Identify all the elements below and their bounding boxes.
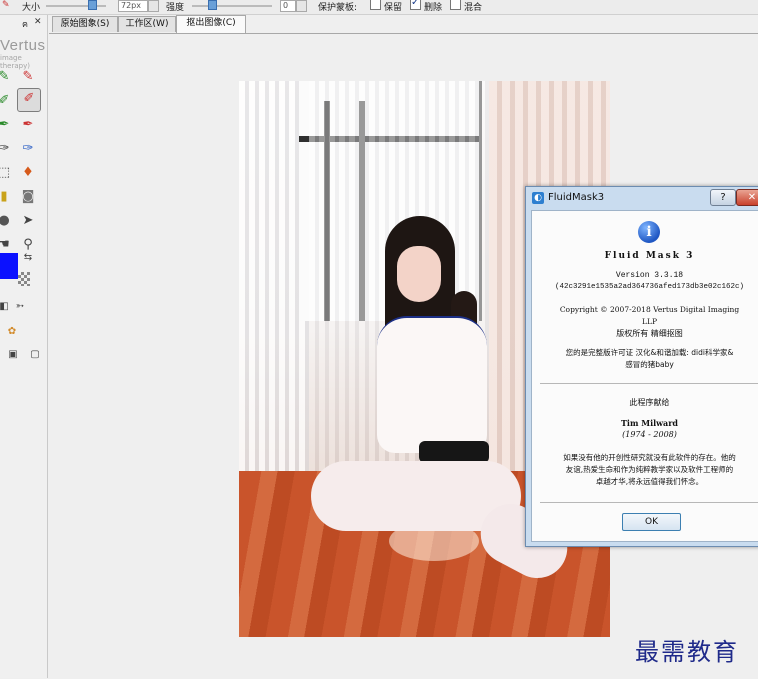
close-icon[interactable]: ✕ <box>34 17 42 27</box>
tab-original-image[interactable]: 原始图象(S) <box>52 16 118 32</box>
compare-icon[interactable]: ➳ <box>10 297 30 317</box>
keep-local-brush-icon[interactable]: ✒ <box>0 115 14 135</box>
divider <box>540 383 758 384</box>
blend-brush-icon[interactable]: ✑ <box>0 139 14 159</box>
color-brush-icon[interactable]: ✑ <box>18 139 38 159</box>
license-line-2: 感冒的猪baby <box>625 360 674 369</box>
fluidmask-app-icon: ◐ <box>532 192 544 204</box>
pin-icon[interactable]: ฅ <box>22 17 28 31</box>
watermark-text: 最需教育 <box>635 638 739 666</box>
girl-face <box>397 246 441 302</box>
close-button[interactable]: ✕ <box>736 189 758 206</box>
tribute-line-1: 如果没有他的开创性研究就没有此软件的存在。他的 <box>563 453 736 462</box>
about-dialog: ◐ FluidMask3 ? ✕ i Fluid Mask 3 Version … <box>525 186 758 547</box>
keep-brush-icon[interactable]: ✎ <box>0 67 14 87</box>
tool-panel: ฅ ✕ Vertus image therapy) ✎ ✎ ✐ ✐ ✒ ✒ ✑ … <box>0 15 48 678</box>
tribute-line-3: 卓越才华,将永远值得我们怀念。 <box>595 477 704 486</box>
foreground-color-swatch[interactable] <box>0 253 18 279</box>
girl-shorts <box>419 441 489 463</box>
tab-workspace[interactable]: 工作区(W) <box>118 16 176 32</box>
size-dropdown[interactable] <box>148 0 159 12</box>
strength-field[interactable]: 0 <box>280 0 296 12</box>
camera-icon[interactable]: ◙ <box>18 187 38 207</box>
protect-mask-label: 保护蒙板: <box>318 3 358 13</box>
help-button[interactable]: ? <box>710 189 736 206</box>
dialog-title: FluidMask3 <box>548 192 605 203</box>
mixed-label: 混合 <box>464 3 483 13</box>
selection-rect-icon[interactable]: ⬚ <box>0 163 14 183</box>
delete-brush-icon[interactable]: ✎ <box>18 67 38 87</box>
brush-options-toolbar: ✎ 大小 72px 强度 0 保护蒙板: 保留 删除 混合 <box>0 0 758 15</box>
size-slider-track[interactable] <box>46 5 106 7</box>
strength-slider-knob[interactable] <box>208 0 217 10</box>
strength-label: 强度 <box>166 3 185 13</box>
keep-label: 保留 <box>384 3 403 13</box>
dedication-text: 此程序献给 <box>629 398 670 407</box>
cube-icon[interactable]: ● <box>0 211 14 231</box>
strength-slider-track[interactable] <box>192 5 272 7</box>
dialog-titlebar[interactable]: ◐ FluidMask3 ? ✕ <box>526 187 758 209</box>
keep-patch-brush-icon[interactable]: ✐ <box>0 91 14 111</box>
info-icon: i <box>638 221 660 243</box>
brush-icon: ✎ <box>2 0 10 10</box>
mixed-checkbox[interactable] <box>450 0 461 10</box>
girl-shirt <box>377 316 487 453</box>
transparency-swatch[interactable] <box>18 272 30 286</box>
mask-icon[interactable]: ▮ <box>0 187 14 207</box>
patch-icon[interactable]: ✿ <box>2 322 22 342</box>
panel-right-icon[interactable]: ▢ <box>25 345 45 365</box>
delete-patch-brush-icon[interactable]: ✐ <box>17 88 41 112</box>
build-hash: (42c3291e1535a2ad364736afed173db3e02c162… <box>554 283 745 291</box>
size-label: 大小 <box>22 3 41 13</box>
fill-icon[interactable]: ♦ <box>18 163 38 183</box>
copyright-line-1: Copyright © 2007-2018 Vertus Digital Ima… <box>559 305 740 314</box>
delete-checkbox[interactable] <box>410 0 421 10</box>
dedication-person: Tim Milward <box>620 418 679 428</box>
strength-dropdown[interactable] <box>296 0 307 12</box>
delete-local-brush-icon[interactable]: ✒ <box>18 115 38 135</box>
pointer-icon[interactable]: ➤ <box>18 211 38 231</box>
dedication-years: (1974 - 2008) <box>622 430 677 439</box>
keep-checkbox[interactable] <box>370 0 381 10</box>
panel-left-icon[interactable]: ▣ <box>3 345 23 365</box>
version-text: Version 3.3.18 <box>615 271 684 280</box>
ok-button[interactable]: OK <box>622 513 681 531</box>
license-line-1: 您的是完整版许可证 汉化&和谐加载: didi科学家& <box>565 348 734 357</box>
tribute-line-2: 友谊,热爱生命和作为纯粹教学家以及软件工程师的 <box>565 465 734 474</box>
product-name: Fluid Mask 3 <box>604 251 695 261</box>
divider <box>540 502 758 503</box>
swap-colors-icon[interactable]: ⇆ <box>18 248 38 268</box>
hand-icon[interactable]: ☚ <box>0 235 14 255</box>
copyright-line-2: LLP <box>641 317 657 326</box>
delete-label: 删除 <box>424 3 443 13</box>
vertus-logo: Vertus <box>0 37 46 54</box>
size-slider-knob[interactable] <box>88 0 97 10</box>
tab-cutout-image[interactable]: 抠出图像(C) <box>176 15 246 33</box>
rights-text: 版权所有 精细抠图 <box>616 329 683 338</box>
size-field[interactable]: 72px <box>118 0 148 12</box>
tool-panel-header: ฅ ✕ <box>0 17 47 31</box>
dialog-body: i Fluid Mask 3 Version 3.3.18 (42c3291e1… <box>531 210 758 542</box>
